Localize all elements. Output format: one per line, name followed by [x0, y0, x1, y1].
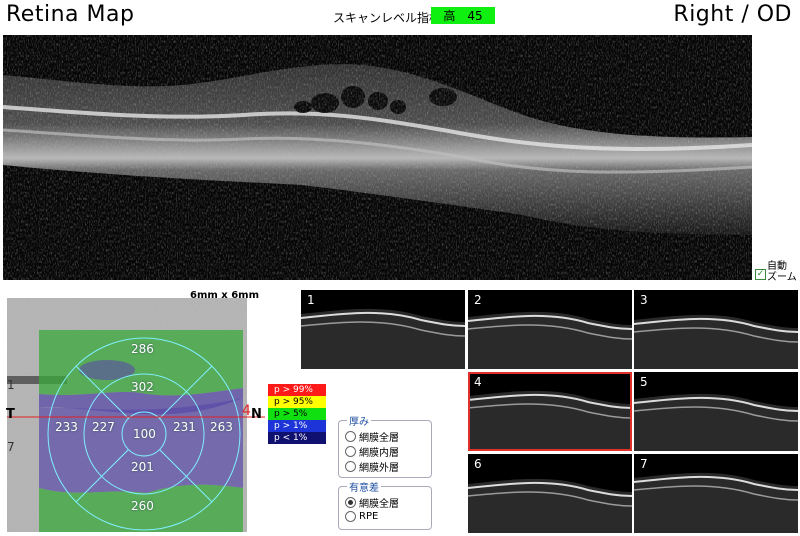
auto-zoom-toggle[interactable]: ✓ 自動 ズーム — [754, 261, 798, 285]
oct-bscan-graphic — [3, 35, 752, 280]
thumbnail-number: 5 — [640, 375, 648, 389]
map-value-outer-nasal: 263 — [210, 420, 233, 434]
bscan-thumbnail-2[interactable]: 2 — [468, 290, 632, 369]
map-value-inner-superior: 302 — [131, 380, 154, 394]
scan-quality-label: スキャンレベル指標 — [333, 11, 442, 25]
thumbnail-oct-graphic — [468, 390, 632, 451]
eye-label: Right / OD — [673, 2, 792, 27]
map-value-outer-superior: 286 — [131, 342, 154, 356]
main-oct-bscan-image[interactable] — [3, 35, 752, 280]
map-axis-label-temporal: T — [6, 407, 15, 422]
bscan-thumbnail-5[interactable]: 5 — [634, 372, 798, 451]
thumbnail-number: 3 — [640, 293, 648, 307]
thumbnail-number: 4 — [474, 375, 482, 389]
auto-zoom-checkbox[interactable]: ✓ — [755, 269, 766, 280]
map-value-inner-temporal: 227 — [92, 420, 115, 434]
bscan-thumbnail-3[interactable]: 3 — [634, 290, 798, 369]
map-value-outer-inferior: 260 — [131, 499, 154, 513]
bscan-thumbnail-4[interactable]: 4 — [468, 372, 632, 451]
thumbnail-number: 7 — [640, 457, 648, 471]
map-axis-label-nasal: N — [251, 407, 262, 422]
bscan-thumbnail-1[interactable]: 1 — [301, 290, 465, 369]
app-title: Retina Map — [6, 2, 135, 27]
map-value-inner-nasal: 231 — [173, 420, 196, 434]
auto-zoom-label-line1: 自動 — [767, 261, 787, 272]
thumbnail-oct-graphic — [634, 393, 798, 451]
retina-thickness-map[interactable]: 286 302 233 227 100 231 263 201 260 — [7, 298, 265, 532]
thumbnail-oct-graphic — [634, 314, 798, 369]
thumbnail-oct-graphic — [468, 311, 632, 369]
map-value-inner-inferior: 201 — [131, 460, 154, 474]
map-value-outer-temporal: 233 — [55, 420, 78, 434]
scan-quality-badge: 高 45 — [431, 7, 495, 24]
thumbnail-oct-graphic — [468, 478, 632, 533]
thumbnail-oct-graphic — [634, 472, 798, 533]
thumbnail-number: 6 — [474, 457, 482, 471]
map-axis-label-1: 1 — [7, 378, 15, 392]
thickness-map-graphic — [7, 298, 265, 532]
scan-quality-level: 高 — [443, 9, 456, 23]
auto-zoom-label-line2: ズーム — [767, 272, 797, 283]
bscan-thumbnail-7[interactable]: 7 — [634, 454, 798, 533]
scan-quality-value: 45 — [467, 8, 483, 23]
bscan-thumbnail-grid: 1 2 3 4 5 6 7 — [301, 290, 800, 533]
thumbnail-number: 1 — [307, 293, 315, 307]
map-scan-marker-label: 4 — [242, 403, 251, 419]
thumbnail-number: 2 — [474, 293, 482, 307]
map-value-center: 100 — [133, 427, 156, 441]
bscan-thumbnail-6[interactable]: 6 — [468, 454, 632, 533]
map-axis-label-7: 7 — [7, 440, 15, 454]
thumbnail-oct-graphic — [301, 308, 465, 369]
